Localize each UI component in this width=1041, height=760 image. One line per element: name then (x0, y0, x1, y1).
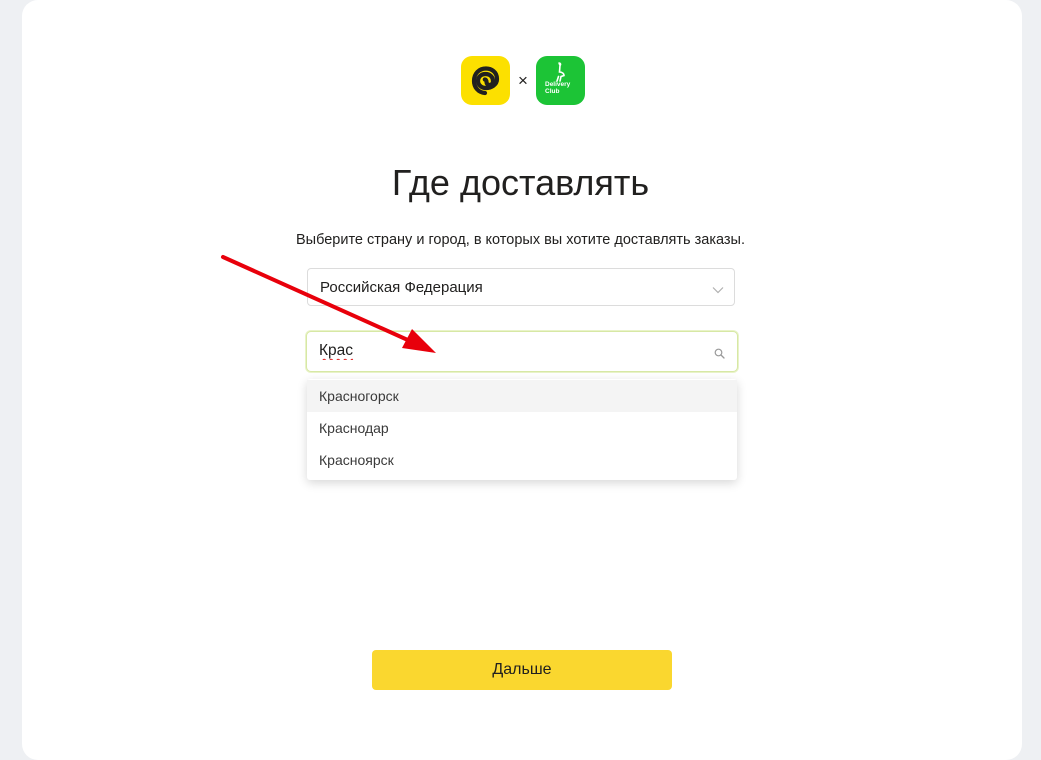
country-select[interactable]: Российская Федерация (307, 268, 735, 306)
spiral-logo-icon (461, 56, 510, 105)
partner-logo-text-line1: Delivery (545, 81, 571, 88)
suggestion-item-krasnogorsk[interactable]: Красногорск (307, 380, 737, 412)
ostrich-logo-icon: Delivery Club (536, 56, 585, 105)
page-subtitle: Выберите страну и город, в которых вы хо… (295, 232, 746, 248)
country-select-value: Российская Федерация (320, 278, 483, 296)
chevron-down-icon (712, 281, 724, 298)
suggestion-item-krasnodar[interactable]: Краснодар (307, 412, 737, 444)
city-suggestions-dropdown: Красногорск Краснодар Красноярск (307, 379, 737, 480)
search-icon (714, 346, 725, 364)
city-search-input[interactable] (319, 332, 699, 370)
city-input-container (306, 331, 738, 372)
logo-separator: × (518, 70, 528, 90)
partner-logo-text-line2: Club (545, 88, 560, 95)
next-button[interactable]: Дальше (372, 650, 672, 690)
brand-logos: × Delivery Club (461, 56, 585, 105)
page-title: Где доставлять (391, 162, 650, 203)
suggestion-item-krasnoyarsk[interactable]: Красноярск (307, 444, 737, 476)
